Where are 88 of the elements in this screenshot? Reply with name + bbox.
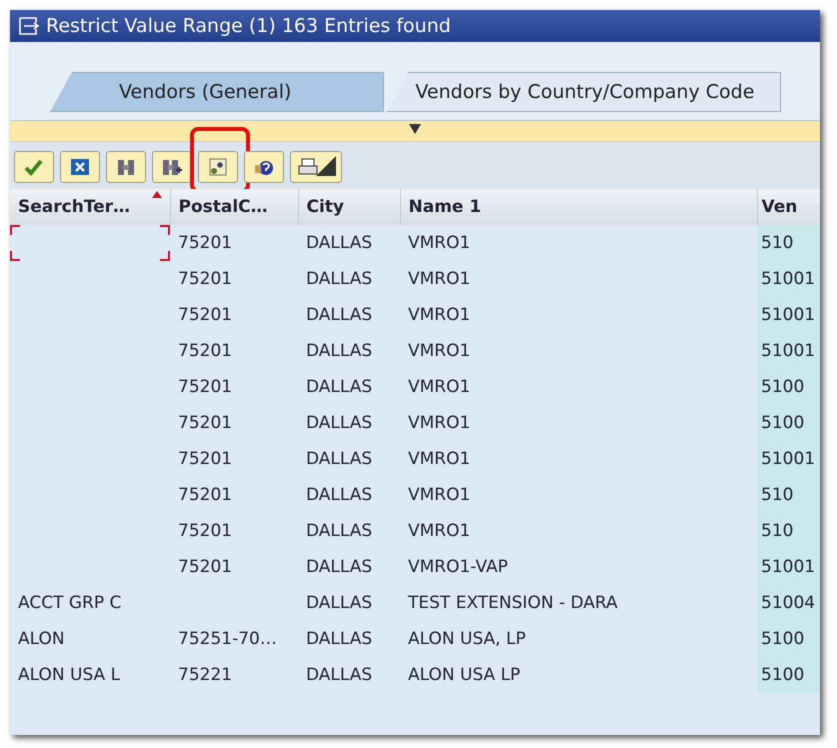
table-row[interactable]: ACCT GRP C DALLAS TEST EXTENSION - DARA 51004 bbox=[10, 585, 820, 621]
table-cell: 75221 bbox=[178, 665, 232, 685]
table-cell: 75201 bbox=[178, 521, 232, 541]
table-cell: DALLAS bbox=[306, 305, 372, 325]
column-header[interactable]: Ven bbox=[757, 189, 820, 225]
tab[interactable]: Vendors (General) bbox=[50, 72, 384, 112]
table-cell: VMRO1 bbox=[408, 377, 470, 397]
table-cell: 510 bbox=[761, 233, 794, 253]
table-cell: 75201 bbox=[178, 269, 232, 289]
table-cell: 75201 bbox=[178, 305, 232, 325]
table-cell: VMRO1 bbox=[408, 521, 470, 541]
table-row[interactable]: 75201 DALLAS VMRO1 51001 bbox=[10, 441, 820, 477]
table-cell: DALLAS bbox=[306, 413, 372, 433]
table-cell: TEST EXTENSION - DARA bbox=[408, 593, 618, 613]
table-cell: 51001 bbox=[761, 269, 816, 289]
table-cell: DALLAS bbox=[306, 629, 372, 649]
table-cell: 5100 bbox=[761, 377, 804, 397]
table-cell: ALON USA LP bbox=[408, 665, 520, 685]
table-cell: 5100 bbox=[761, 413, 804, 433]
table-cell: DALLAS bbox=[306, 449, 372, 469]
splitter-bar[interactable] bbox=[10, 121, 820, 142]
table-cell: 510 bbox=[761, 521, 794, 541]
table-cell: 75201 bbox=[178, 449, 232, 469]
table-row[interactable]: 75201 DALLAS VMRO1 510 bbox=[10, 477, 820, 513]
table-row[interactable]: 75201 DALLAS VMRO1 51001 bbox=[10, 333, 820, 369]
column-header[interactable]: PostalC… bbox=[170, 189, 298, 225]
column-header[interactable]: Name 1 bbox=[400, 189, 757, 225]
table-cell: VMRO1 bbox=[408, 485, 470, 505]
table-cell: 75201 bbox=[178, 377, 232, 397]
table-cell: 51004 bbox=[761, 593, 816, 613]
column-header[interactable]: City bbox=[298, 189, 400, 225]
table-cell: ACCT GRP C bbox=[18, 593, 122, 613]
table-row[interactable]: ALON USA L 75221 DALLAS ALON USA LP 5100 bbox=[10, 657, 820, 693]
table-row[interactable]: 75201 DALLAS VMRO1 51001 bbox=[10, 261, 820, 297]
table-cell: ALON USA, LP bbox=[408, 629, 526, 649]
tab[interactable]: Vendors by Country/Company Code bbox=[386, 72, 782, 112]
toolbar-button[interactable] bbox=[244, 151, 284, 183]
table-cell: 75201 bbox=[178, 485, 232, 505]
table-cell: 51001 bbox=[761, 449, 816, 469]
table-row[interactable]: 75201 DALLAS VMRO1 510 bbox=[10, 225, 820, 261]
table-cell: 5100 bbox=[761, 665, 804, 685]
table-row[interactable]: 75201 DALLAS VMRO1 510 bbox=[10, 513, 820, 549]
table-row[interactable]: 75201 DALLAS VMRO1 5100 bbox=[10, 405, 820, 441]
table-row[interactable]: 75201 DALLAS VMRO1-VAP 51001 bbox=[10, 549, 820, 585]
table-cell: DALLAS bbox=[306, 341, 372, 361]
table-cell: DALLAS bbox=[306, 377, 372, 397]
triangle-down-icon bbox=[409, 124, 421, 134]
toolbar-button[interactable] bbox=[60, 151, 100, 183]
focus-corners-icon bbox=[10, 225, 170, 261]
table-cell: VMRO1-VAP bbox=[408, 557, 508, 577]
table-cell: 75201 bbox=[178, 233, 232, 253]
table-cell: 5100 bbox=[761, 629, 804, 649]
window-title: Restrict Value Range (1) 163 Entries found bbox=[46, 15, 451, 37]
table-cell: 51001 bbox=[761, 557, 816, 577]
toolbar-button[interactable] bbox=[290, 151, 342, 183]
table-row[interactable]: 75201 DALLAS VMRO1 5100 bbox=[10, 369, 820, 405]
binoculars-plus-icon bbox=[161, 157, 183, 177]
table-cell: 75251-70… bbox=[178, 629, 277, 649]
table-cell: 75201 bbox=[178, 413, 232, 433]
table-cell: VMRO1 bbox=[408, 233, 470, 253]
table-cell: 75201 bbox=[178, 557, 232, 577]
table-cell: VMRO1 bbox=[408, 341, 470, 361]
table-cell: ALON bbox=[18, 629, 65, 649]
table-cell: 51001 bbox=[761, 305, 816, 325]
sparkle-document-icon bbox=[207, 157, 229, 177]
table-cell: DALLAS bbox=[306, 593, 372, 613]
binoculars-icon bbox=[115, 157, 137, 177]
table-cell: DALLAS bbox=[306, 233, 372, 253]
table-cell: VMRO1 bbox=[408, 269, 470, 289]
check-icon bbox=[23, 157, 45, 177]
table-cell: VMRO1 bbox=[408, 449, 470, 469]
column-header[interactable]: SearchTer… bbox=[10, 189, 170, 225]
table-cell: DALLAS bbox=[306, 665, 372, 685]
table-cell: DALLAS bbox=[306, 485, 372, 505]
table-cell: 510 bbox=[761, 485, 794, 505]
table-cell: VMRO1 bbox=[408, 413, 470, 433]
table-cell: DALLAS bbox=[306, 521, 372, 541]
table-cell: ALON USA L bbox=[18, 665, 120, 685]
printer-icon bbox=[297, 157, 319, 177]
cancel-icon bbox=[69, 157, 91, 177]
table-cell: DALLAS bbox=[306, 269, 372, 289]
window-icon bbox=[18, 16, 40, 36]
table-cell: 51001 bbox=[761, 341, 816, 361]
table-cell: 75201 bbox=[178, 341, 232, 361]
table-cell: VMRO1 bbox=[408, 305, 470, 325]
table-row[interactable]: ALON 75251-70… DALLAS ALON USA, LP 5100 bbox=[10, 621, 820, 657]
table-cell: DALLAS bbox=[306, 557, 372, 577]
table-row[interactable]: 75201 DALLAS VMRO1 51001 bbox=[10, 297, 820, 333]
